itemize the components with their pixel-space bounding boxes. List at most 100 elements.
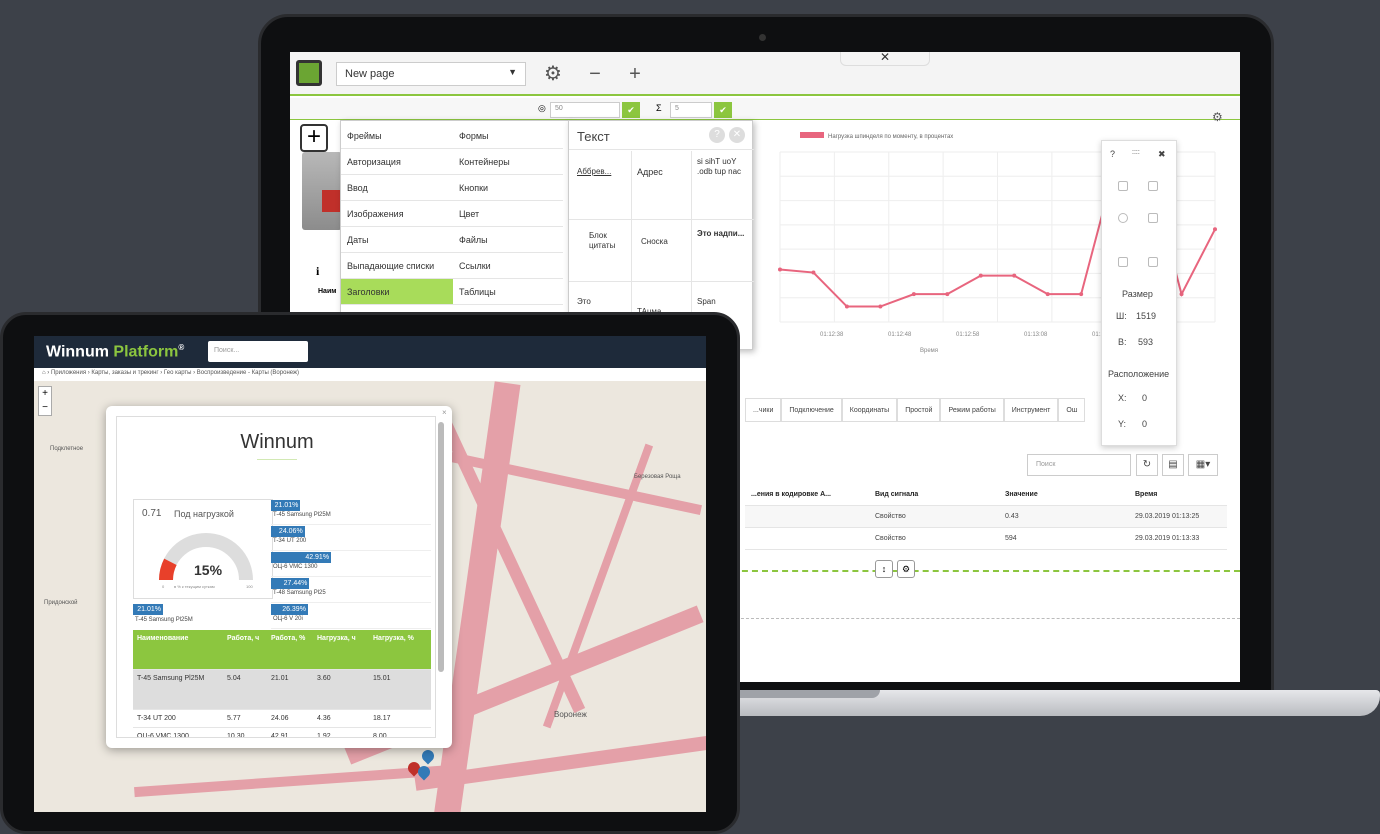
chip-logo-icon[interactable] [296, 60, 322, 86]
zoom-in-button[interactable]: + [39, 387, 51, 401]
data-point[interactable] [811, 270, 816, 275]
data-point[interactable] [878, 304, 883, 309]
bar-item[interactable]: 42.91% ОЦ-6 VMC 1300 [271, 551, 431, 577]
menu-item[interactable]: Фреймы [341, 123, 453, 149]
x-value[interactable]: 0 [1142, 393, 1147, 403]
data-point[interactable] [1213, 227, 1217, 232]
column-header[interactable]: Вид сигнала [869, 484, 999, 505]
height-value[interactable]: 593 [1138, 337, 1153, 347]
settings-gear-icon[interactable]: ⚙ [538, 60, 568, 88]
page-select[interactable]: New page ▼ [336, 62, 526, 86]
table-row[interactable]: T-34 UT 200 5.77 24.06 4.36 18.17 [133, 710, 431, 728]
close-icon[interactable]: ✖ [1158, 149, 1166, 160]
copy-icon[interactable] [1118, 181, 1128, 191]
confirm-button-2[interactable]: ✔ [714, 102, 732, 118]
close-icon[interactable]: × [442, 408, 447, 417]
menu-item[interactable]: Даты [341, 227, 453, 253]
bar-item[interactable]: 26.39% ОЦ-6 V 20i [271, 603, 431, 629]
menu-item[interactable]: Таблицы [453, 279, 563, 305]
menu-item[interactable]: Изображения [341, 201, 453, 227]
text-cell-this[interactable]: Это [577, 297, 591, 307]
minus-button[interactable]: − [580, 60, 610, 88]
table-search-input[interactable]: Поиск [1027, 454, 1131, 476]
text-cell-span[interactable]: Span [697, 297, 716, 307]
data-point[interactable] [1012, 273, 1017, 278]
paste-icon[interactable] [1148, 181, 1158, 191]
tab[interactable]: Режим работы [940, 398, 1004, 421]
text-cell-caption[interactable]: Это надпи... [697, 229, 747, 239]
winnum-platform-logo[interactable]: Winnum Platform® [46, 343, 184, 361]
column-header[interactable]: Нагрузка, % [369, 630, 431, 669]
data-point[interactable] [1079, 292, 1084, 297]
text-cell-address[interactable]: Адрес [637, 167, 663, 177]
breadcrumb-text[interactable]: › Приложения › Карты, заказы и трекинг ›… [47, 370, 299, 376]
bar-item[interactable]: 27.44% T-48 Samsung Pl25 [271, 577, 431, 603]
help-icon[interactable]: ? [709, 127, 725, 143]
data-point[interactable] [844, 304, 849, 309]
refresh-icon[interactable]: ↻ [1136, 454, 1158, 476]
table-row[interactable]: T-45 Samsung Pl25M 5.04 21.01 3.60 15.01 [133, 670, 431, 710]
menu-item[interactable]: Кнопки [453, 175, 563, 201]
search-input[interactable]: Поиск... [208, 341, 308, 362]
menu-item[interactable]: Выпадающие списки [341, 253, 453, 279]
data-point[interactable] [1179, 292, 1184, 297]
grid-menu-icon[interactable]: ▦▾ [1188, 454, 1218, 476]
layer-up-icon[interactable] [1148, 257, 1158, 267]
bar-item[interactable]: 24.06% T-34 UT 200 [271, 525, 431, 551]
close-icon[interactable]: ✕ [880, 52, 890, 64]
bar-item[interactable]: 21.01% T-45 Samsung Pl25M [271, 499, 431, 525]
menu-item[interactable]: Авторизация [341, 149, 453, 175]
layer-down-icon[interactable] [1118, 257, 1128, 267]
value-input-2[interactable]: 5 [670, 102, 712, 118]
duplicate-icon[interactable] [1118, 213, 1128, 223]
tab[interactable]: Подключение [781, 398, 842, 421]
home-icon[interactable]: ⌂ [42, 370, 46, 376]
column-header[interactable]: Время [1129, 484, 1227, 505]
text-cell-abbr[interactable]: Аббрев... [577, 167, 611, 177]
menu-item[interactable]: Ввод [341, 175, 453, 201]
table-row[interactable]: Свойство 0.43 29.03.2019 01:13:25 [745, 506, 1227, 528]
menu-item[interactable]: Заголовки [341, 279, 453, 305]
data-point[interactable] [1045, 292, 1050, 297]
column-header[interactable]: Наименование [133, 630, 223, 669]
column-header[interactable]: Нагрузка, ч [313, 630, 369, 669]
add-widget-button[interactable]: + [300, 124, 328, 152]
tab[interactable]: Координаты [841, 398, 898, 421]
value-input-1[interactable]: 50 [550, 102, 620, 118]
confirm-button-1[interactable]: ✔ [622, 102, 640, 118]
menu-item[interactable]: Цвет [453, 201, 563, 227]
column-header[interactable]: Работа, ч [223, 630, 267, 669]
scrollbar[interactable] [438, 422, 444, 672]
info-icon[interactable]: i [316, 264, 319, 279]
help-icon[interactable]: ? [1110, 149, 1115, 159]
menu-item[interactable]: Контейнеры [453, 149, 563, 175]
column-header[interactable]: Значение [999, 484, 1129, 505]
text-cell-blockquote[interactable]: Блок цитаты [589, 231, 629, 251]
menu-item[interactable]: Формы [453, 123, 563, 149]
tab[interactable]: Инструмент [1003, 398, 1059, 421]
resize-handle-icon[interactable]: ↕ [875, 560, 893, 578]
tab[interactable]: Простой [897, 398, 941, 421]
tab[interactable]: Ош [1058, 398, 1086, 421]
data-point[interactable] [978, 273, 983, 278]
menu-item[interactable]: Файлы [453, 227, 563, 253]
close-icon[interactable]: ✕ [729, 127, 745, 143]
map-pin-icon[interactable] [419, 747, 437, 765]
data-point[interactable] [911, 292, 916, 297]
data-point[interactable] [945, 292, 950, 297]
text-cell-mirror[interactable]: si sihT uoY .odb tup nac [697, 157, 747, 177]
zoom-out-button[interactable]: − [39, 401, 51, 415]
y-value[interactable]: 0 [1142, 419, 1147, 429]
column-header[interactable]: Работа, % [267, 630, 313, 669]
plus-button[interactable]: + [620, 60, 650, 88]
width-value[interactable]: 1519 [1136, 311, 1156, 321]
trash-icon[interactable] [1148, 213, 1158, 223]
gear-icon[interactable]: ⚙ [897, 560, 915, 578]
column-header[interactable]: ...ения в кодировке А... [745, 484, 869, 505]
tab[interactable]: ...чики [745, 398, 782, 421]
menu-item[interactable]: Ссылки [453, 253, 563, 279]
table-row[interactable]: ОЦ-6 VMC 1300 10.30 42.91 1.92 8.00 [133, 728, 431, 737]
table-row[interactable]: Свойство 594 29.03.2019 01:13:33 [745, 528, 1227, 550]
data-point[interactable] [778, 267, 782, 272]
text-cell-footnote[interactable]: Сноска [641, 237, 668, 247]
